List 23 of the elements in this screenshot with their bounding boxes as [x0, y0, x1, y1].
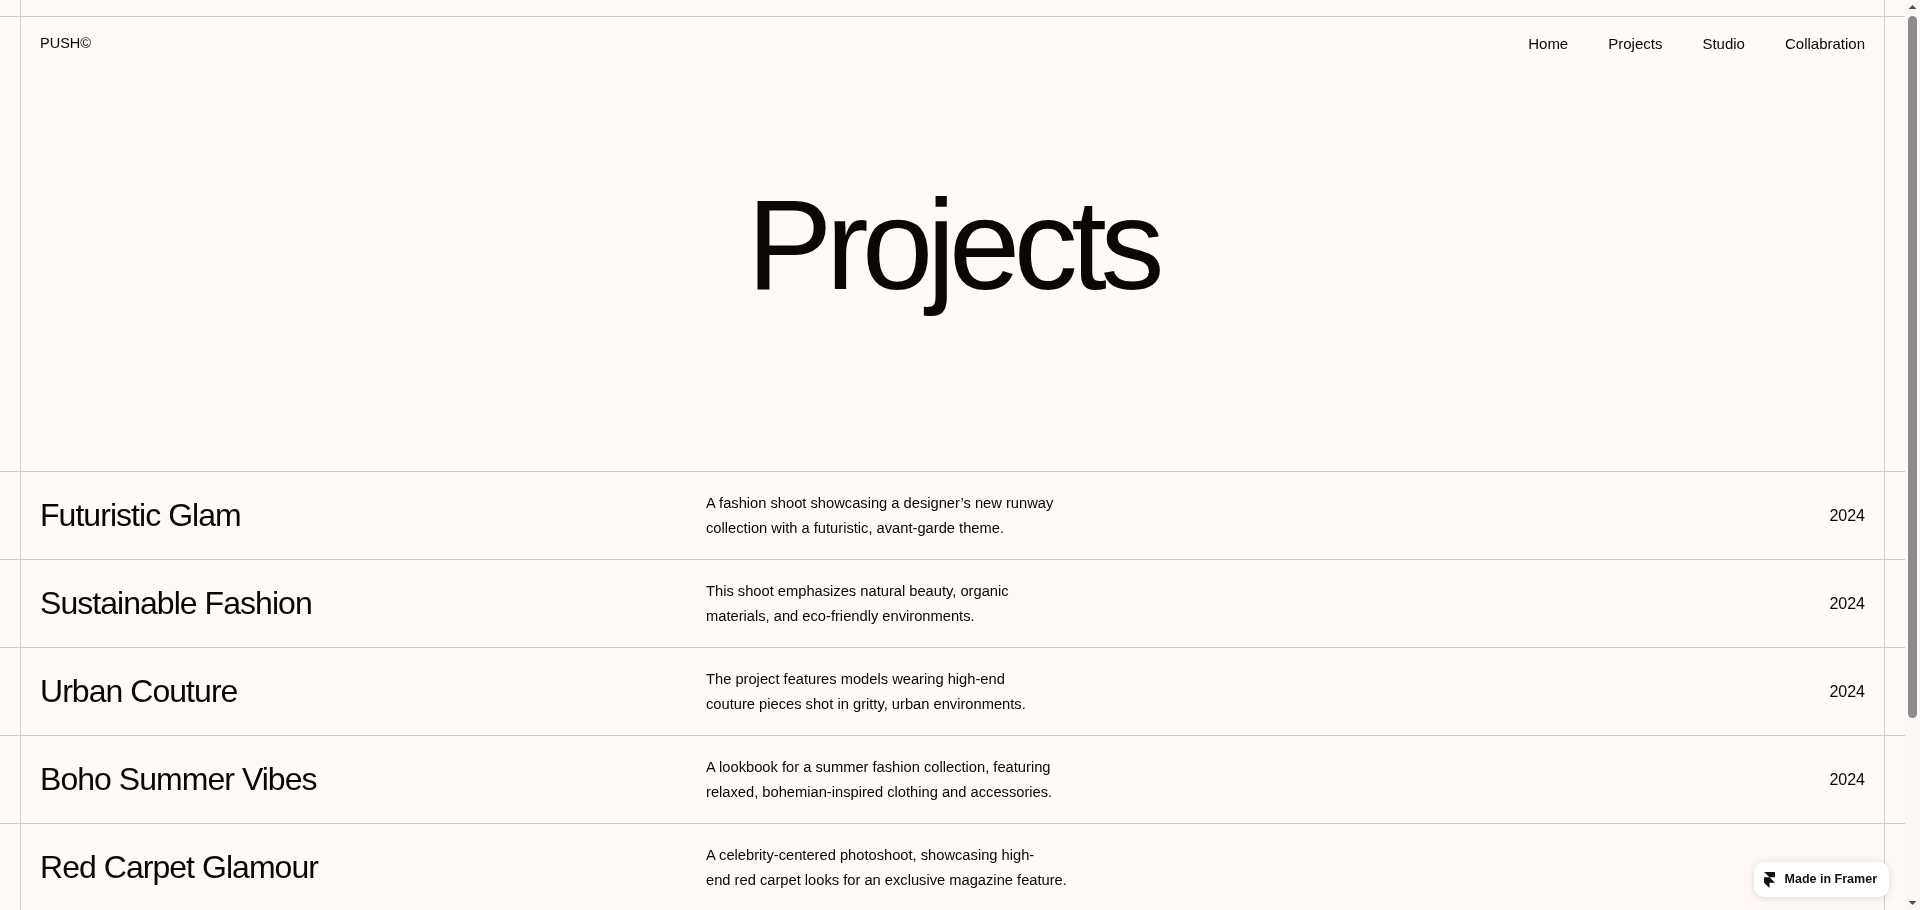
project-title: Red Carpet Glamour: [40, 848, 320, 887]
project-description: A celebrity-centered photoshoot, showcasing high- end red carpet looks for an exclusive magazine feature.: [706, 846, 1068, 890]
project-year: 2024: [1829, 769, 1865, 790]
project-title: Sustainable Fashion: [40, 584, 313, 623]
project-title: Futuristic Glam: [40, 496, 242, 535]
project-title: Boho Summer Vibes: [40, 760, 318, 799]
project-description: A fashion shoot showcasing a designer’s new runway collection with a futuristic, avant-garde theme.: [706, 494, 1055, 538]
scrollbar-thumb[interactable]: [1908, 16, 1917, 718]
nav-link[interactable]: Home: [1528, 32, 1569, 56]
project-year: 2024: [1829, 505, 1865, 526]
logo-link[interactable]: PUSH©: [40, 33, 91, 55]
project-year: 2024: [1829, 681, 1865, 702]
project-description: The project features models wearing high-end couture pieces shot in gritty, urban environments.: [706, 670, 1027, 714]
page-title: Projects: [746, 181, 1159, 318]
made-in-badge[interactable]: Made in Framer: [1753, 862, 1889, 897]
nav-link[interactable]: Projects: [1608, 32, 1663, 56]
project-description: This shoot emphasizes natural beauty, organic materials, and eco-friendly environments.: [706, 582, 1010, 626]
project-title: Urban Couture: [40, 672, 239, 711]
nav-link[interactable]: Studio: [1702, 32, 1745, 56]
project-year: 2024: [1829, 593, 1865, 614]
nav-link[interactable]: Collabration: [1784, 32, 1865, 56]
project-description: A lookbook for a summer fashion collection, featuring relaxed, bohemian-inspired clothing and accessories.: [706, 758, 1054, 802]
logo-icon: [1763, 871, 1775, 888]
